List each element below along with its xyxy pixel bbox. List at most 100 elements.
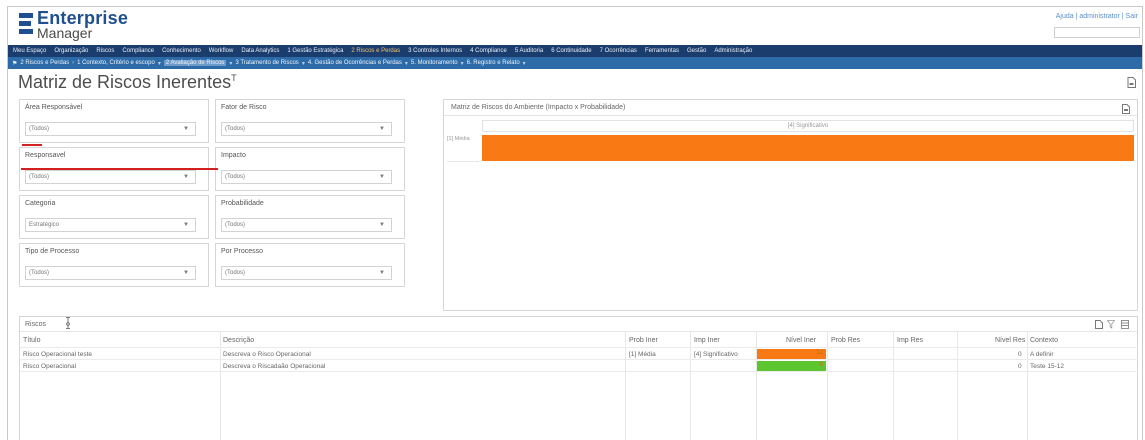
logo[interactable]: Enterprise Manager [19, 9, 128, 40]
column-header-imp-iner[interactable]: Imp Iner [694, 337, 720, 344]
column-header-titulo[interactable]: Título [23, 337, 41, 344]
table-row[interactable]: Risco Operacional Descreva o Riscadaão Op… [20, 360, 1138, 372]
columns-icon[interactable] [1121, 320, 1129, 329]
cell-imp-iner: [4] Significativo [694, 351, 738, 358]
nav-item[interactable]: 5 Auditoria [515, 48, 543, 54]
nav-item[interactable]: Meu Espaço [13, 48, 46, 54]
highlight-underline [22, 144, 42, 146]
nav-item[interactable]: Compliance [122, 48, 154, 54]
por-processo-select[interactable]: (Todos) ▼ [221, 266, 392, 280]
fator-de-risco-select[interactable]: (Todos) ▼ [221, 122, 392, 136]
column-header-descricao[interactable]: Descrição [223, 337, 254, 344]
nav-item[interactable]: Gestão [687, 48, 706, 54]
chevron-down-icon[interactable]: ▾ [302, 60, 305, 67]
export-icon[interactable] [1127, 77, 1136, 88]
select-value: (Todos) [29, 174, 50, 180]
page-title-text: Matriz de Riscos Inerentes [18, 72, 232, 92]
select-value: (Todos) [225, 222, 246, 228]
breadcrumb-home[interactable]: 2 Riscos e Perdas [20, 60, 69, 66]
breadcrumb-item-6[interactable]: 6. Registro e Relato [467, 60, 520, 66]
nav-item[interactable]: 7 Ocorrências [600, 48, 637, 54]
column-header-nivel-iner[interactable]: Nível Iner [786, 337, 816, 344]
probabilidade-select[interactable]: (Todos) ▼ [221, 218, 392, 232]
main-nav: Meu Espaço Organização Riscos Compliance Con… [8, 45, 1142, 57]
select-value: (Todos) [225, 126, 246, 132]
filter-label: Fator de Risco [221, 104, 267, 111]
home-icon[interactable]: ⚑ [12, 60, 17, 67]
empty-row [20, 372, 1138, 384]
export-icon[interactable] [1122, 104, 1130, 114]
chevron-down-icon[interactable]: ▼ [379, 222, 385, 228]
cell-titulo: Risco Operacional [23, 363, 77, 370]
nav-item[interactable]: Riscos [96, 48, 114, 54]
chevron-down-icon[interactable]: ▼ [183, 126, 189, 132]
nav-item[interactable]: 2 Riscos e Perdas [351, 48, 400, 54]
matrix-cell[interactable] [482, 135, 1134, 161]
impacto-select[interactable]: (Todos) ▼ [221, 170, 392, 184]
chevron-down-icon[interactable]: ▾ [229, 60, 232, 67]
breadcrumb: ⚑ 2 Riscos e Perdas › 1 Contexto, Critér… [8, 57, 1142, 69]
nav-item[interactable]: Organização [54, 48, 88, 54]
title-bar: Matriz de Riscos InerentesT [8, 69, 1142, 95]
chevron-down-icon[interactable]: ▼ [379, 126, 385, 132]
column-header-contexto[interactable]: Contexto [1030, 337, 1058, 344]
filter-label: Impacto [221, 152, 246, 159]
breadcrumb-item-3[interactable]: 3 Tratamento de Riscos [235, 60, 298, 66]
export-icon[interactable] [1095, 320, 1103, 329]
risk-matrix: Matriz de Riscos do Ambiente (Impacto x … [443, 99, 1138, 311]
header: Enterprise Manager Ajuda | administrator… [8, 7, 1142, 45]
breadcrumb-item-5[interactable]: 5. Monitoramento [411, 60, 458, 66]
column-header-nivel-res[interactable]: Nível Res [995, 337, 1025, 344]
categoria-select[interactable]: Estratégico ▼ [25, 218, 196, 232]
filter-area-responsavel: Área Responsável (Todos) ▼ [19, 99, 209, 143]
nav-item[interactable]: Workflow [209, 48, 234, 54]
title-mark: T [231, 73, 237, 83]
responsavel-select[interactable]: (Todos) ▼ [25, 170, 196, 184]
cell-descricao: Descreva o Riscadaão Operacional [223, 363, 326, 370]
column-header-imp-res[interactable]: Imp Res [897, 337, 923, 344]
tipo-de-processo-select[interactable]: (Todos) ▼ [25, 266, 196, 280]
area-responsavel-select[interactable]: (Todos) ▼ [25, 122, 196, 136]
chevron-down-icon[interactable]: ▼ [379, 270, 385, 276]
cell-prob-iner: [1] Média [629, 351, 656, 358]
chevron-down-icon[interactable]: ▼ [183, 270, 189, 276]
filter-probabilidade: Probabilidade (Todos) ▼ [215, 195, 405, 239]
empty-row [20, 420, 1138, 432]
filter-impacto: Impacto (Todos) ▼ [215, 147, 405, 191]
nav-item[interactable]: 4 Compliance [470, 48, 507, 54]
cell-nivel-res: 0 [1018, 351, 1022, 358]
cell-titulo: Risco Operacional teste [23, 351, 93, 358]
column-header-prob-iner[interactable]: Prob Iner [629, 337, 658, 344]
chevron-down-icon[interactable]: ▾ [461, 60, 464, 67]
chevron-down-icon[interactable]: ▼ [379, 174, 385, 180]
nav-item[interactable]: Conhecimento [162, 48, 201, 54]
chevron-down-icon[interactable]: ▼ [183, 222, 189, 228]
nav-item[interactable]: Ferramentas [645, 48, 679, 54]
filter-label: Área Responsável [25, 104, 83, 111]
nav-item[interactable]: Administração [714, 48, 752, 54]
empty-row [20, 396, 1138, 408]
table-header: Título Descrição Prob Iner Imp Iner Níve… [20, 334, 1138, 348]
nav-item[interactable]: Data Analytics [241, 48, 279, 54]
chevron-down-icon[interactable]: ▾ [523, 60, 526, 67]
chevron-down-icon[interactable]: ▾ [405, 60, 408, 67]
nav-item[interactable]: 3 Controles Internos [408, 48, 462, 54]
chevron-down-icon[interactable]: ▼ [183, 174, 189, 180]
matrix-row-label: [1] Média [447, 136, 470, 142]
filter-icon[interactable] [1107, 320, 1115, 329]
top-links[interactable]: Ajuda | administrator | Sair [1056, 13, 1138, 20]
nivel-iner-value: 0 [819, 362, 823, 368]
column-header-prob-res[interactable]: Prob Res [831, 337, 860, 344]
breadcrumb-item-1[interactable]: 1 Contexto, Critério e escopo [77, 60, 155, 66]
breadcrumb-item-2[interactable]: 2 Avaliação de Riscos [163, 60, 227, 66]
table-row[interactable]: Risco Operacional teste Descreva o Risco … [20, 348, 1138, 360]
search-input[interactable] [1054, 27, 1140, 38]
breadcrumb-item-4[interactable]: 4. Gestão de Ocorrências e Perdas [308, 60, 402, 66]
empty-row [20, 432, 1138, 440]
select-value: (Todos) [29, 270, 50, 276]
filter-label: Tipo de Processo [25, 248, 80, 255]
nav-item[interactable]: 1 Gestão Estratégica [287, 48, 343, 54]
highlight-underline [21, 168, 218, 170]
chevron-down-icon[interactable]: ▾ [158, 60, 161, 67]
nav-item[interactable]: 6 Continuidade [551, 48, 591, 54]
